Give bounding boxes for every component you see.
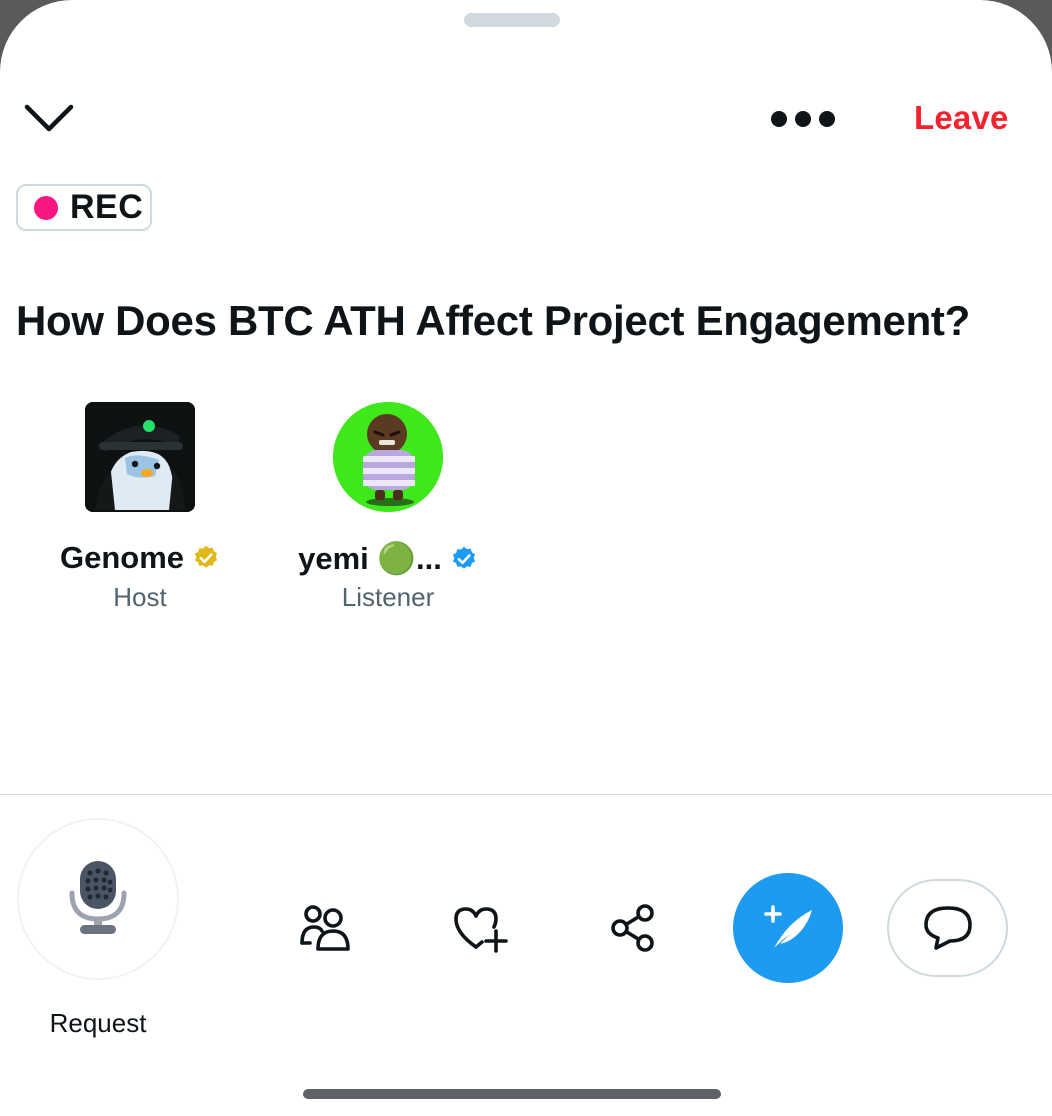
avatar[interactable]: [85, 402, 195, 512]
participant-name: Genome: [59, 540, 185, 575]
avatar[interactable]: [333, 402, 443, 512]
gold-verified-badge-icon: [194, 545, 218, 568]
participant-name-row: Genome: [10, 540, 270, 576]
space-sheet: Leave REC How Does BTC ATH Affect Projec…: [0, 0, 1052, 1116]
space-title: How Does BTC ATH Affect Project Engageme…: [16, 297, 970, 344]
recording-badge: REC: [16, 184, 152, 231]
comment-bubble-icon: [923, 906, 972, 950]
compose-post-icon: [764, 905, 812, 948]
participant-role: Listener: [341, 582, 435, 612]
participant-role: Host: [113, 582, 167, 612]
participant-name-row: yemi 🟢...: [258, 540, 518, 577]
comment-button[interactable]: [887, 879, 1008, 977]
microphone-icon: [69, 861, 127, 934]
request-label: Request: [49, 1008, 147, 1038]
participants-button[interactable]: [295, 898, 355, 958]
share-button[interactable]: [603, 898, 663, 958]
share-icon: [611, 904, 654, 952]
home-indicator: [303, 1089, 721, 1099]
recording-dot-icon: [34, 195, 58, 220]
people-icon: [300, 905, 350, 951]
heart-plus-icon: [454, 907, 508, 953]
compose-post-button[interactable]: [733, 873, 843, 983]
recording-label: REC: [70, 188, 144, 226]
blue-verified-badge-icon: [452, 546, 475, 569]
chevron-down-icon[interactable]: [22, 98, 76, 138]
controls-divider: [0, 794, 1052, 795]
reaction-button[interactable]: [450, 898, 510, 958]
more-dots-icon[interactable]: [768, 106, 838, 132]
sheet-grabber[interactable]: [464, 13, 560, 27]
request-mic-button[interactable]: [17, 818, 179, 980]
participant-name: yemi 🟢...: [298, 541, 442, 576]
leave-button[interactable]: Leave: [914, 99, 1009, 137]
